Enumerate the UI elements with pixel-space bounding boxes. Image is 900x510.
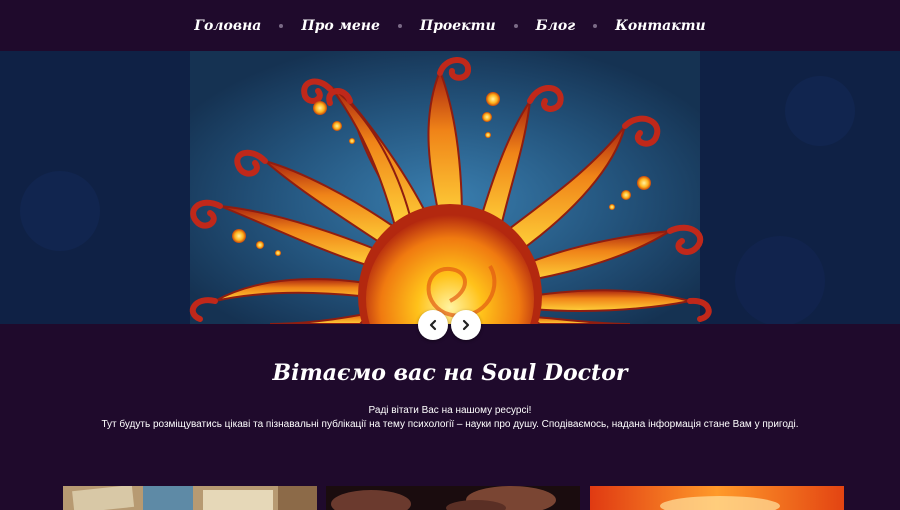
nav-item-projects[interactable]: Проекти xyxy=(418,18,498,34)
page-title: Вітаємо вас на Soul Doctor xyxy=(272,360,628,386)
welcome-line-1: Раді вітати Вас на нашому ресурсі! xyxy=(368,405,532,416)
nav-separator-dot xyxy=(279,23,284,28)
nav-separator-dot xyxy=(513,23,518,28)
main-navigation: Головна Про мене Проекти Блог Контакти xyxy=(0,0,900,51)
sun-painting-image xyxy=(0,51,900,324)
nav-item-about[interactable]: Про мене xyxy=(299,18,382,34)
nav-separator-dot xyxy=(397,23,402,28)
chevron-right-icon xyxy=(462,319,470,331)
thumbnail-image-henna-hands xyxy=(326,486,580,510)
nav-item-blog[interactable]: Блог xyxy=(534,18,577,34)
welcome-line-2: Тут будуть розміщуватись цікаві та пізна… xyxy=(101,419,799,430)
slider-prev-button[interactable] xyxy=(418,310,448,340)
article-thumbnail-2[interactable] xyxy=(326,486,580,510)
article-thumbnail-1[interactable] xyxy=(63,486,317,510)
nav-separator-dot xyxy=(593,23,598,28)
hero-slider-image xyxy=(0,51,900,324)
thumbnail-image-fire-sky xyxy=(590,486,844,510)
slider-next-button[interactable] xyxy=(451,310,481,340)
thumbnail-image-cards xyxy=(63,486,317,510)
nav-item-contacts[interactable]: Контакти xyxy=(613,18,708,34)
welcome-description: Раді вітати Вас на нашому ресурсі! Тут б… xyxy=(0,404,900,432)
chevron-left-icon xyxy=(429,319,437,331)
article-thumbnail-3[interactable] xyxy=(590,486,844,510)
nav-item-home[interactable]: Головна xyxy=(192,18,263,34)
